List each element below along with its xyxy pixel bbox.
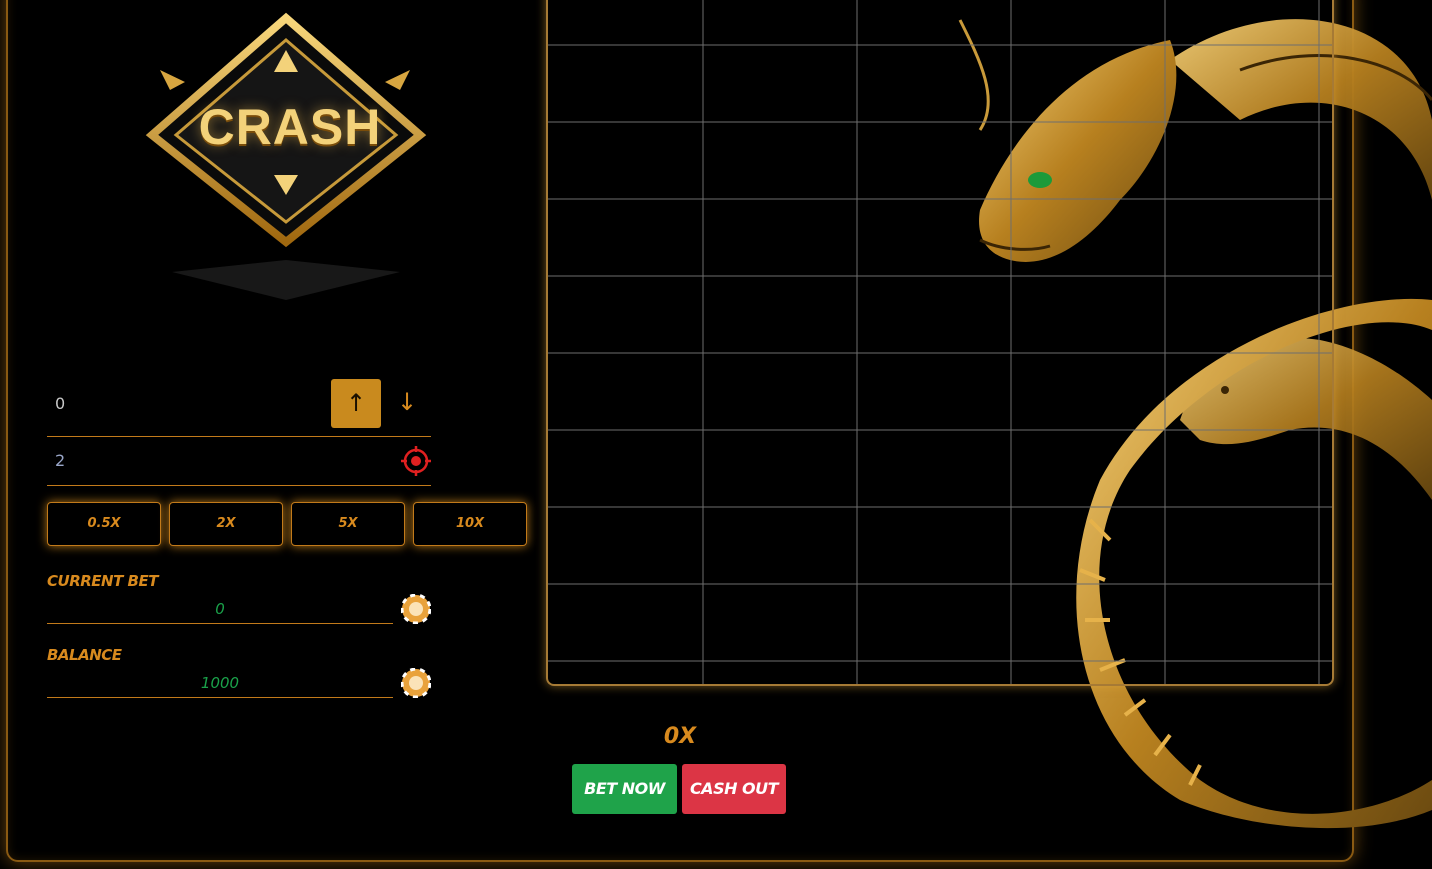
cash-out-button[interactable]: CASH OUT [682, 764, 786, 814]
target-multiplier-field[interactable]: 2 [47, 438, 431, 486]
target-icon [401, 446, 431, 476]
logo-diamond-icon [145, 12, 427, 300]
decrease-bet-button[interactable]: ↓ [397, 388, 417, 416]
multiplier-presets: 0.5X 2X 5X 10X [47, 502, 528, 546]
balance-label: BALANCE [47, 646, 122, 664]
multiplier-2x-button[interactable]: 2X [169, 502, 283, 546]
balance-value: 1000 [200, 674, 240, 692]
crash-logo: CRASH [140, 10, 440, 310]
current-multiplier: 0X [663, 724, 697, 749]
bet-amount-value[interactable]: 0 [55, 394, 65, 413]
multiplier-10x-button[interactable]: 10X [413, 502, 527, 546]
bet-now-button[interactable]: BET NOW [572, 764, 677, 814]
logo-text: CRASH [198, 99, 382, 155]
crash-graph [546, 0, 1334, 686]
bet-amount-field[interactable]: 0 ↑ ↓ [47, 378, 431, 437]
current-bet-label: CURRENT BET [47, 572, 158, 590]
current-bet-value: 0 [215, 600, 225, 618]
multiplier-0.5x-button[interactable]: 0.5X [47, 502, 161, 546]
chip-icon [401, 594, 431, 624]
current-bet-field: 0 [47, 597, 393, 624]
chip-icon [401, 668, 431, 698]
graph-grid [548, 0, 1332, 684]
multiplier-5x-button[interactable]: 5X [291, 502, 405, 546]
target-multiplier-value[interactable]: 2 [55, 451, 65, 470]
increase-bet-button[interactable]: ↑ [331, 379, 381, 428]
balance-field: 1000 [47, 671, 393, 698]
